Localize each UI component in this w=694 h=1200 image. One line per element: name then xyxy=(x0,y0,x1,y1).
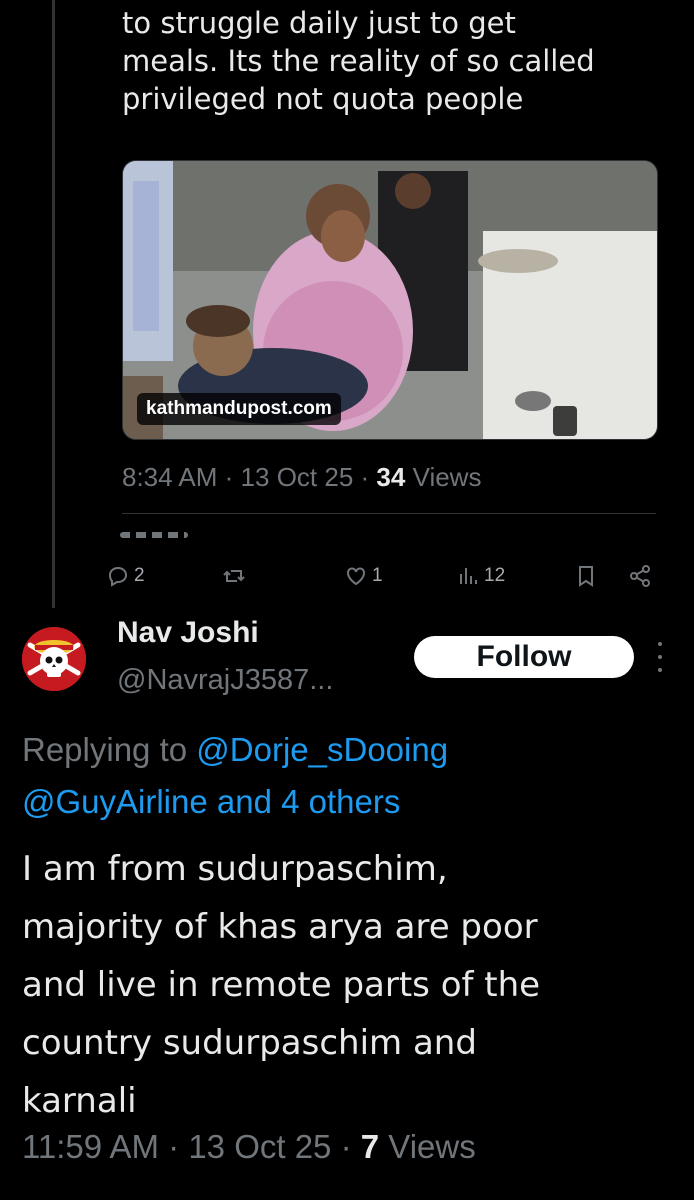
reply-button[interactable]: 2 xyxy=(106,558,145,594)
reply-text-line: and live in remote parts of the xyxy=(22,965,541,1005)
bookmark-icon xyxy=(579,566,593,587)
more-icon[interactable] xyxy=(654,642,666,672)
reply-count: 2 xyxy=(134,565,145,586)
views-count: 34 xyxy=(376,462,406,492)
post-action-bar: 2 1 12 xyxy=(106,558,662,594)
repost-button[interactable] xyxy=(222,558,250,594)
quoted-post-text-line: to struggle daily just to get xyxy=(122,6,516,40)
reply-icon xyxy=(108,566,128,587)
like-button[interactable]: 1 xyxy=(344,558,383,594)
meta-separator: · xyxy=(360,462,370,492)
share-button[interactable] xyxy=(628,558,652,594)
avatar[interactable] xyxy=(22,627,86,691)
quoted-post-text-line: meals. Its the reality of so called xyxy=(122,44,595,78)
views-count: 7 xyxy=(360,1128,380,1165)
replying-to: Replying to @Dorje_sDooing @GuyAirline a… xyxy=(22,724,682,828)
quoted-post-meta: 8:34 AM · 13 Oct 25 · 34 Views xyxy=(122,462,481,493)
follow-button[interactable]: Follow xyxy=(414,636,634,678)
post-date[interactable]: 13 Oct 25 xyxy=(241,462,354,492)
divider xyxy=(122,513,656,514)
link-preview-card[interactable]: kathmandupost.com xyxy=(122,160,658,440)
like-icon xyxy=(347,567,365,586)
author-handle[interactable]: @NavrajJ3587... xyxy=(117,664,333,697)
thread-connector-line xyxy=(52,0,55,608)
pirate-skull-avatar xyxy=(22,627,86,691)
views-label: Views xyxy=(388,1128,476,1165)
post-time[interactable]: 8:34 AM xyxy=(122,462,217,492)
views-button[interactable]: 12 xyxy=(456,558,505,594)
bookmark-button[interactable] xyxy=(574,558,598,594)
author-name[interactable]: Nav Joshi xyxy=(117,616,259,650)
views-action-count: 12 xyxy=(484,565,506,586)
reply-text-line: karnali xyxy=(22,1081,137,1121)
meta-separator: · xyxy=(224,462,234,492)
meta-separator: · xyxy=(340,1128,352,1165)
link-source-badge: kathmandupost.com xyxy=(137,393,341,425)
repost-icon xyxy=(223,570,245,582)
cropped-stats-row xyxy=(120,528,220,542)
reply-meta: 11:59 AM · 13 Oct 25 · 7 Views xyxy=(22,1128,476,1166)
post-date[interactable]: 13 Oct 25 xyxy=(188,1128,331,1165)
share-icon xyxy=(630,565,650,587)
reply-text-line: majority of khas arya are poor xyxy=(22,907,538,947)
quoted-post-text-line: privileged not quota people xyxy=(122,82,524,116)
views-label: Views xyxy=(412,462,482,492)
mention-link[interactable]: @Dorje_sDooing xyxy=(196,731,448,768)
views-icon xyxy=(460,568,477,584)
reply-text-line: I am from sudurpaschim, xyxy=(22,849,448,889)
reply-text: I am from sudurpaschim, majority of khas… xyxy=(22,840,682,1130)
quoted-post-text: to struggle daily just to get meals. Its… xyxy=(122,4,662,118)
meta-separator: · xyxy=(168,1128,180,1165)
like-count: 1 xyxy=(372,565,383,586)
mention-link-others[interactable]: @GuyAirline and 4 others xyxy=(22,783,400,820)
reply-text-line: country sudurpaschim and xyxy=(22,1023,477,1063)
replying-to-label: Replying to xyxy=(22,731,188,768)
post-time[interactable]: 11:59 AM xyxy=(22,1128,159,1165)
